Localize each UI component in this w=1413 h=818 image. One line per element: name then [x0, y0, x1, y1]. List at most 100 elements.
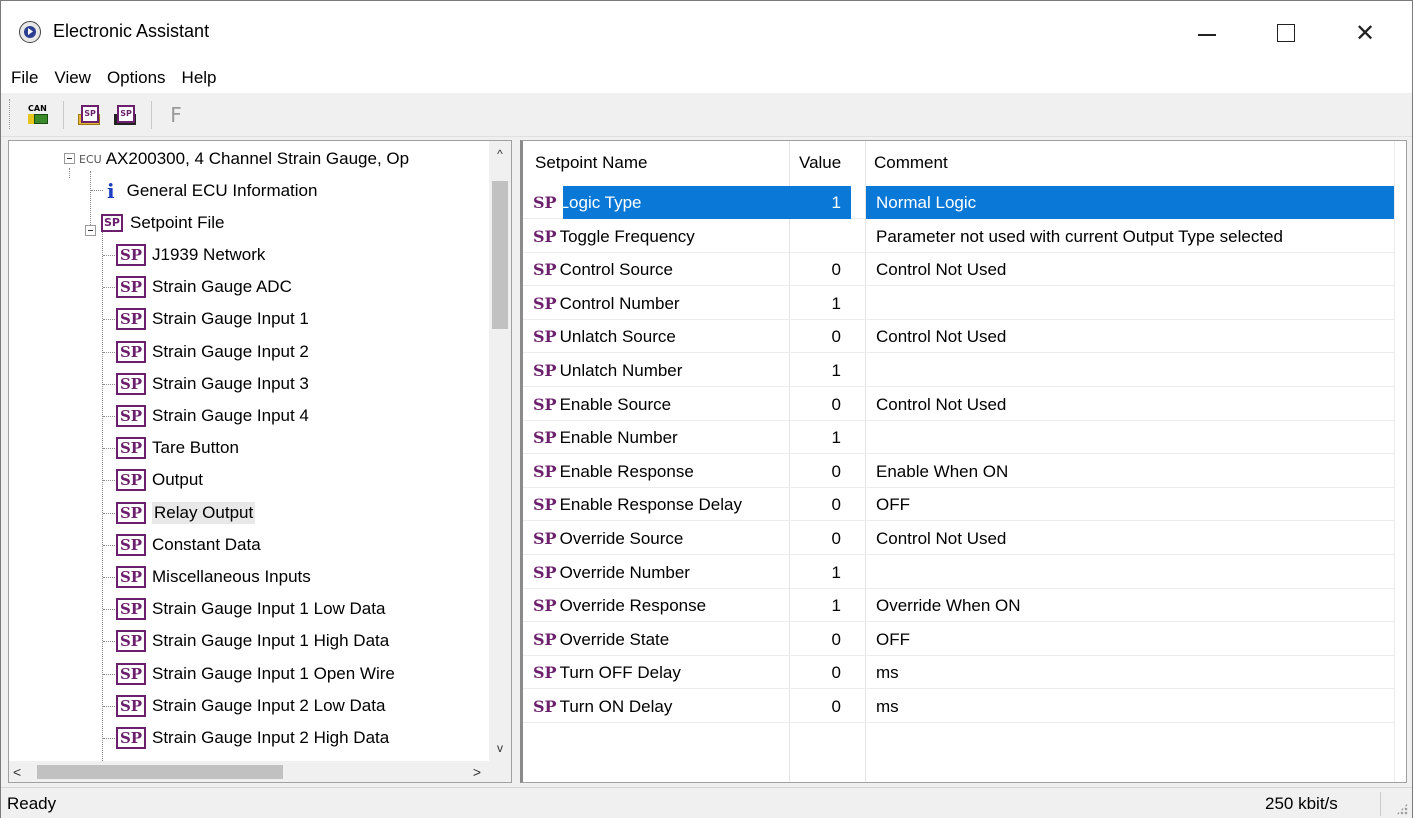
table-row[interactable]: SP Override Number 1	[523, 556, 1397, 589]
setpoint-name-cell[interactable]: SP Override State	[533, 623, 791, 656]
setpoint-value-cell[interactable]: 1	[785, 186, 851, 219]
setpoint-name-cell[interactable]: SP Toggle Frequency	[533, 220, 791, 253]
setpoint-value-cell[interactable]	[785, 220, 851, 253]
collapse-ecu-toggle[interactable]	[64, 153, 75, 164]
setpoint-value-cell[interactable]: 1	[785, 287, 851, 320]
scroll-right-icon[interactable]: >	[473, 761, 481, 782]
toolbar-grip[interactable]	[9, 99, 12, 129]
setpoint-name-cell[interactable]: SP Control Number	[533, 287, 791, 320]
tree-item-j1939-network[interactable]: SP J1939 Network	[116, 240, 265, 270]
pane-splitter[interactable]	[512, 140, 520, 783]
save-setpoint-button[interactable]: SP	[111, 101, 141, 129]
tree-item-strain-gauge-input-1-low-data[interactable]: SP Strain Gauge Input 1 Low Data	[116, 594, 385, 624]
setpoint-value-cell[interactable]: 1	[785, 589, 851, 622]
setpoint-value-cell[interactable]: 1	[785, 354, 851, 387]
tree-item-strain-gauge-input-2-low-data[interactable]: SP Strain Gauge Input 2 Low Data	[116, 691, 385, 721]
tree-general-info[interactable]: i General ECU Information	[107, 176, 317, 206]
table-row[interactable]: SP Override State 0 OFF	[523, 623, 1397, 656]
ecu-tree[interactable]: ECU AX200300, 4 Channel Strain Gauge, Op…	[8, 140, 512, 783]
menu-options[interactable]: Options	[99, 68, 174, 88]
setpoint-name-cell[interactable]: SP Enable Source	[533, 388, 791, 421]
tree-item-strain-gauge-adc[interactable]: SP Strain Gauge ADC	[116, 272, 292, 302]
setpoint-name-cell[interactable]: SP Turn ON Delay	[533, 690, 791, 723]
tree-item-miscellaneous-inputs[interactable]: SP Miscellaneous Inputs	[116, 562, 311, 592]
resize-grip-icon[interactable]	[1396, 803, 1408, 815]
scroll-down-icon[interactable]: v	[489, 737, 511, 759]
setpoint-value-cell[interactable]: 1	[785, 421, 851, 454]
header-comment[interactable]: Comment	[874, 141, 1174, 185]
can-connect-button[interactable]: CAN	[23, 101, 53, 129]
tree-item-strain-gauge-input-3[interactable]: SP Strain Gauge Input 3	[116, 369, 309, 399]
app-logo-icon	[19, 21, 41, 43]
menu-help[interactable]: Help	[174, 68, 225, 88]
setpoint-name-cell[interactable]: SP Override Number	[533, 556, 791, 589]
tree-item-strain-gauge-input-1-high-data[interactable]: SP Strain Gauge Input 1 High Data	[116, 626, 389, 656]
open-setpoint-button[interactable]: SP	[75, 101, 105, 129]
setpoint-value-cell[interactable]: 0	[785, 388, 851, 421]
tree-item-constant-data[interactable]: SP Constant Data	[116, 530, 261, 560]
table-row[interactable]: SP Unlatch Source 0 Control Not Used	[523, 320, 1397, 353]
setpoint-value-cell[interactable]: 0	[785, 623, 851, 656]
table-row[interactable]: SP Unlatch Number 1	[523, 354, 1397, 387]
tree-item-relay-output[interactable]: SP Relay Output	[116, 498, 256, 528]
table-vertical-scrollbar[interactable]	[1394, 141, 1406, 782]
table-row[interactable]: SP Logic Type 1 Normal Logic	[523, 186, 1397, 219]
tree-item-output[interactable]: SP Output	[116, 465, 203, 495]
scroll-left-icon[interactable]: <	[13, 761, 21, 782]
tree-item-strain-gauge-input-4[interactable]: SP Strain Gauge Input 4	[116, 401, 309, 431]
setpoint-name-cell[interactable]: SP Override Response	[533, 589, 791, 622]
table-row[interactable]: SP Toggle Frequency Parameter not used wit…	[523, 220, 1397, 253]
setpoint-name-cell[interactable]: SP Enable Number	[533, 421, 791, 454]
table-row[interactable]: SP Enable Source 0 Control Not Used	[523, 388, 1397, 421]
tree-ecu-node[interactable]: ECU AX200300, 4 Channel Strain Gauge, Op	[79, 144, 409, 174]
setpoint-value-cell[interactable]: 0	[785, 656, 851, 689]
flash-button[interactable]: F	[161, 101, 191, 129]
setpoint-name-cell[interactable]: SP Turn OFF Delay	[533, 656, 791, 689]
scroll-up-icon[interactable]: ^	[489, 143, 511, 165]
setpoint-value-cell[interactable]: 0	[785, 690, 851, 723]
setpoint-name-cell[interactable]: SP Enable Response	[533, 455, 791, 488]
minimize-button[interactable]	[1185, 13, 1229, 53]
menu-view[interactable]: View	[46, 68, 99, 88]
setpoint-value-cell[interactable]: 0	[785, 455, 851, 488]
tree-hscroll-thumb[interactable]	[37, 765, 283, 779]
tree-item-label: Strain Gauge Input 2	[152, 342, 309, 361]
collapse-setpoint-toggle[interactable]	[85, 225, 96, 236]
tree-item-label: Strain Gauge Input 4	[152, 406, 309, 425]
tree-item-strain-gauge-input-2-high-data[interactable]: SP Strain Gauge Input 2 High Data	[116, 723, 389, 753]
tree-item-strain-gauge-input-2[interactable]: SP Strain Gauge Input 2	[116, 337, 309, 367]
setpoint-value-cell[interactable]: 1	[785, 556, 851, 589]
tree-item-strain-gauge-input-1[interactable]: SP Strain Gauge Input 1	[116, 304, 309, 334]
table-row[interactable]: SP Override Response 1 Override When ON	[523, 589, 1397, 622]
setpoint-name-cell[interactable]: SP Override Source	[533, 522, 791, 555]
tree-item-tare-button[interactable]: SP Tare Button	[116, 433, 239, 463]
table-row[interactable]: SP Turn ON Delay 0 ms	[523, 690, 1397, 723]
table-row[interactable]: SP Control Source 0 Control Not Used	[523, 253, 1397, 286]
setpoint-name-cell[interactable]: SP Control Source	[533, 253, 791, 286]
setpoint-value-cell[interactable]: 0	[785, 522, 851, 555]
setpoint-value-cell[interactable]: 0	[785, 320, 851, 353]
setpoint-value-cell[interactable]: 0	[785, 253, 851, 286]
setpoint-name-cell[interactable]: SP Enable Response Delay	[533, 488, 791, 521]
table-row[interactable]: SP Turn OFF Delay 0 ms	[523, 656, 1397, 689]
tree-setpoint-file[interactable]: SP Setpoint File	[101, 208, 225, 238]
table-row[interactable]: SP Enable Response 0 Enable When ON	[523, 455, 1397, 488]
setpoint-name-cell[interactable]: SP Unlatch Source	[533, 320, 791, 353]
setpoint-name-cell[interactable]: SP Unlatch Number	[533, 354, 791, 387]
table-row[interactable]: SP Control Number 1	[523, 287, 1397, 320]
tree-horizontal-scrollbar[interactable]: < >	[9, 761, 489, 782]
tree-item-strain-gauge-input-1-open-wire[interactable]: SP Strain Gauge Input 1 Open Wire	[116, 659, 395, 689]
maximize-button[interactable]	[1264, 13, 1308, 53]
setpoint-name-cell[interactable]: SP Logic Type	[533, 186, 791, 219]
tree-vertical-scrollbar[interactable]: ^ v	[489, 141, 511, 761]
close-button[interactable]: ✕	[1343, 13, 1387, 53]
setpoint-value-cell[interactable]: 0	[785, 488, 851, 521]
header-setpoint-name[interactable]: Setpoint Name	[535, 141, 785, 185]
menu-file[interactable]: File	[3, 68, 46, 88]
tree-vscroll-thumb[interactable]	[492, 181, 508, 329]
header-value[interactable]: Value	[799, 141, 859, 185]
table-row[interactable]: SP Enable Response Delay 0 OFF	[523, 488, 1397, 521]
setpoint-table[interactable]: Setpoint Name Value Comment SP Logic Type…	[520, 140, 1407, 783]
table-row[interactable]: SP Override Source 0 Control Not Used	[523, 522, 1397, 555]
table-row[interactable]: SP Enable Number 1	[523, 421, 1397, 454]
